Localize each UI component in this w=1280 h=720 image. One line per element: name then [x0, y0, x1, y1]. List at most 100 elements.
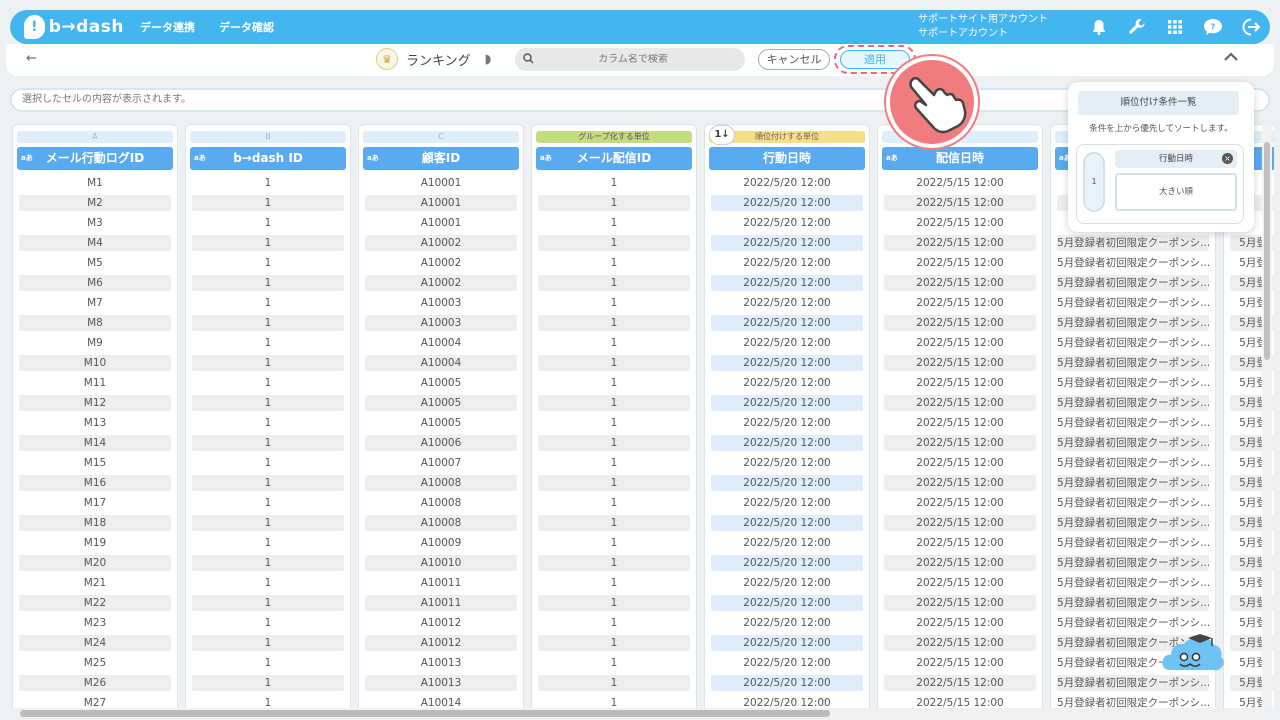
table-cell[interactable]: M24: [19, 635, 171, 651]
table-cell[interactable]: 1: [192, 395, 344, 411]
table-cell[interactable]: 1: [192, 295, 344, 311]
table-cell[interactable]: 2022/5/15 12:00: [884, 255, 1036, 271]
table-cell[interactable]: 1: [538, 235, 690, 251]
table-cell[interactable]: 1: [192, 255, 344, 271]
table-cell[interactable]: 1: [192, 615, 344, 631]
table-cell[interactable]: 5月登録者初回限定クーポンシ...: [1057, 615, 1209, 631]
table-cell[interactable]: 2022/5/20 12:00: [711, 275, 863, 291]
table-cell[interactable]: 1: [192, 415, 344, 431]
table-cell[interactable]: A10010: [365, 555, 517, 571]
table-cell[interactable]: 2022/5/15 12:00: [884, 515, 1036, 531]
table-cell[interactable]: 2022/5/20 12:00: [711, 615, 863, 631]
table-cell[interactable]: A10002: [365, 235, 517, 251]
help-icon[interactable]: ?: [1194, 10, 1232, 44]
table-cell[interactable]: 1: [538, 575, 690, 591]
table-cell[interactable]: 1: [192, 555, 344, 571]
table-cell[interactable]: 1: [192, 315, 344, 331]
table-cell[interactable]: 5月登録者初回限定クーポンシ...: [1057, 415, 1209, 431]
table-cell[interactable]: 1: [192, 655, 344, 671]
table-cell[interactable]: 2022/5/15 12:00: [884, 435, 1036, 451]
table-cell[interactable]: A10012: [365, 635, 517, 651]
table-cell[interactable]: M4: [19, 235, 171, 251]
table-cell[interactable]: 5月登録者初回限定クーポンシ...: [1057, 395, 1209, 411]
table-cell[interactable]: 5月登録者初回限定クーポンシ...: [1057, 335, 1209, 351]
table-cell[interactable]: M26: [19, 675, 171, 691]
table-cell[interactable]: 1: [538, 195, 690, 211]
table-cell[interactable]: 1: [192, 595, 344, 611]
table-cell[interactable]: 5月登録者初回限定クーポンシ...: [1057, 535, 1209, 551]
grid-column[interactable]: 順位付けする単位 1↓ 行動日時 2022/5/20 12:00 2022/5/20 1…: [704, 124, 870, 708]
grid-column[interactable]: グループ化する単位 aあ メール配信ID 1 1 1 1 1 1 1 1 1 1 1 1 1 1 1 1 1 1 1 1 1 1…: [531, 124, 697, 708]
nav-link-data-check[interactable]: データ確認: [219, 19, 274, 35]
table-cell[interactable]: M15: [19, 455, 171, 471]
table-cell[interactable]: 1: [538, 395, 690, 411]
table-cell[interactable]: 5月登録者初回限定クーポンシ...: [1057, 515, 1209, 531]
table-cell[interactable]: 2022/5/20 12:00: [711, 555, 863, 571]
table-cell[interactable]: A10013: [365, 675, 517, 691]
grid-column[interactable]: aあ 配信日時 2022/5/15 12:00 2022/5/15 12:00 2022…: [877, 124, 1043, 708]
table-cell[interactable]: A10008: [365, 475, 517, 491]
table-cell[interactable]: 1: [192, 375, 344, 391]
table-cell[interactable]: 2022/5/20 12:00: [711, 315, 863, 331]
table-cell[interactable]: 2022/5/15 12:00: [884, 415, 1036, 431]
horizontal-scroll-thumb[interactable]: [20, 710, 830, 717]
table-cell[interactable]: 1: [192, 195, 344, 211]
table-cell[interactable]: A10004: [365, 355, 517, 371]
account-info[interactable]: サポートサイト用アカウント サポートアカウント: [918, 13, 1048, 41]
table-cell[interactable]: 2022/5/20 12:00: [711, 295, 863, 311]
table-cell[interactable]: M25: [19, 655, 171, 671]
table-cell[interactable]: 1: [538, 455, 690, 471]
vertical-scroll-thumb[interactable]: [1264, 142, 1270, 360]
table-cell[interactable]: 1: [538, 375, 690, 391]
table-cell[interactable]: 5月登録者初回限定クーポンシ...: [1057, 435, 1209, 451]
table-cell[interactable]: 2022/5/15 12:00: [884, 315, 1036, 331]
table-cell[interactable]: 1: [192, 355, 344, 371]
table-cell[interactable]: 1: [538, 415, 690, 431]
table-cell[interactable]: 2022/5/20 12:00: [711, 695, 863, 708]
grid-icon[interactable]: [1156, 10, 1194, 44]
table-cell[interactable]: 1: [192, 675, 344, 691]
table-cell[interactable]: 1: [538, 215, 690, 231]
table-cell[interactable]: 2022/5/15 12:00: [884, 495, 1036, 511]
shield-icon[interactable]: ◗: [485, 52, 492, 67]
table-cell[interactable]: A10014: [365, 695, 517, 708]
grid-column[interactable]: Aaあ メール行動ログID M1 M2 M3 M4 M5 M6 M7 M8 M9 M10 M11 M12 M…: [12, 124, 178, 708]
table-cell[interactable]: 1: [538, 655, 690, 671]
table-cell[interactable]: 1: [538, 695, 690, 708]
table-cell[interactable]: A10013: [365, 655, 517, 671]
table-cell[interactable]: 5月登録者初回限定クーポンシ...: [1057, 375, 1209, 391]
column-header[interactable]: aあ メール行動ログID: [17, 147, 173, 170]
table-cell[interactable]: 2022/5/20 12:00: [711, 435, 863, 451]
nav-link-data-integration[interactable]: データ連携: [140, 19, 195, 35]
table-cell[interactable]: 2022/5/20 12:00: [711, 175, 863, 191]
table-cell[interactable]: 1: [192, 335, 344, 351]
table-cell[interactable]: 1: [192, 275, 344, 291]
table-cell[interactable]: 2022/5/20 12:00: [711, 235, 863, 251]
table-cell[interactable]: 2022/5/20 12:00: [711, 195, 863, 211]
table-cell[interactable]: A10007: [365, 455, 517, 471]
grid-column[interactable]: Baあ b→dash ID 1 1 1 1 1 1 1 1 1 1 1 1 1 1 1 1 1 1 1 1 1 1 1 1 1 1 1: [185, 124, 351, 708]
table-cell[interactable]: M18: [19, 515, 171, 531]
table-cell[interactable]: M21: [19, 575, 171, 591]
table-cell[interactable]: 2022/5/20 12:00: [711, 455, 863, 471]
vertical-scrollbar[interactable]: [1262, 124, 1272, 708]
table-cell[interactable]: M3: [19, 215, 171, 231]
table-cell[interactable]: M13: [19, 415, 171, 431]
table-cell[interactable]: M2: [19, 195, 171, 211]
table-cell[interactable]: 1: [538, 355, 690, 371]
table-cell[interactable]: 5月登録者初回限定クーポンシ...: [1057, 575, 1209, 591]
arrow-left-icon[interactable]: ←: [26, 51, 37, 66]
search-input[interactable]: [538, 54, 728, 65]
table-cell[interactable]: 1: [192, 695, 344, 708]
table-cell[interactable]: M14: [19, 435, 171, 451]
logout-icon[interactable]: [1232, 10, 1270, 44]
column-header[interactable]: aあ b→dash ID: [190, 147, 346, 170]
table-cell[interactable]: M10: [19, 355, 171, 371]
table-cell[interactable]: 1: [192, 215, 344, 231]
table-cell[interactable]: 2022/5/20 12:00: [711, 375, 863, 391]
table-cell[interactable]: 1: [538, 315, 690, 331]
table-cell[interactable]: 1: [538, 435, 690, 451]
column-header[interactable]: aあ メール配信ID: [536, 147, 692, 170]
table-cell[interactable]: 5月登録者初回限定クーポンシ...: [1057, 555, 1209, 571]
table-cell[interactable]: 5月登録者初回限定クーポンシ...: [1057, 455, 1209, 471]
